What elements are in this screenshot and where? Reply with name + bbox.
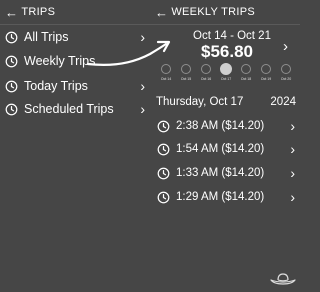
day-label: Oct 18 [240,77,252,81]
chevron-right-icon: › [140,101,145,117]
selected-day: Thursday, Oct 17 [156,96,244,108]
clock-icon [5,55,18,67]
chevron-right-icon: › [290,189,295,205]
chevron-right-icon: › [290,165,295,181]
trip-row[interactable]: 2:38 AM ($14.20) › [157,117,295,135]
trips-title: TRIPS [21,6,56,18]
day-label: Oct 15 [180,77,192,81]
menu-item-today-trips[interactable]: Today Trips › [5,76,145,96]
day-label: Oct 17 [220,77,232,81]
trips-header: ← TRIPS [5,3,55,21]
day-label: Oct 20 [280,77,292,81]
chevron-right-icon: › [290,118,295,134]
trip-label: 1:29 AM ($14.20) [176,191,265,203]
header-divider [0,24,300,25]
day-selector: Oct 14 Oct 15 Oct 16 Oct 17 Oct 18 Oct 19 Oct … [156,63,296,90]
chevron-right-icon: › [140,78,145,94]
trip-label: 1:33 AM ($14.20) [176,167,265,179]
weekly-trips-header: ← WEEKLY TRIPS [155,3,255,21]
menu-item-scheduled-trips[interactable]: Scheduled Trips › [5,99,145,119]
trip-row[interactable]: 1:54 AM ($14.20) › [157,140,295,158]
trip-row[interactable]: 1:29 AM ($14.20) › [157,188,295,206]
selected-date-row: Thursday, Oct 17 2024 [156,94,296,110]
day-dot[interactable] [261,64,271,74]
day-dot[interactable] [241,64,251,74]
day-label: Oct 16 [200,77,212,81]
day-dot[interactable] [281,64,291,74]
back-arrow-icon[interactable]: ← [155,6,168,19]
chevron-right-icon: › [290,141,295,157]
clock-icon [5,80,18,92]
clock-icon [5,103,18,115]
day-label: Oct 14 [160,77,172,81]
week-range: Oct 14 - Oct 21 [193,30,271,42]
trip-label: 1:54 AM ($14.20) [176,143,265,155]
arrow-right-icon[interactable]: › [283,38,288,55]
day-label: Oct 19 [260,77,272,81]
clock-icon [5,31,18,43]
menu-item-label: Today Trips [24,79,88,93]
trip-label: 2:38 AM ($14.20) [176,120,265,132]
trip-row[interactable]: 1:33 AM ($14.20) › [157,164,295,182]
cowboy-hat-logo-icon [270,273,296,285]
day-dot[interactable] [220,63,232,75]
day-dot[interactable] [161,64,171,74]
clock-icon [157,120,170,132]
clock-icon [157,167,170,179]
clock-icon [157,191,170,203]
day-dot[interactable] [201,64,211,74]
week-total: $56.80 [201,42,253,61]
clock-icon [157,143,170,155]
day-dot[interactable] [181,64,191,74]
selected-year: 2024 [270,96,296,108]
back-arrow-icon[interactable]: ← [5,6,18,19]
menu-item-label: Scheduled Trips [24,102,114,116]
weekly-trips-title: WEEKLY TRIPS [171,6,255,18]
